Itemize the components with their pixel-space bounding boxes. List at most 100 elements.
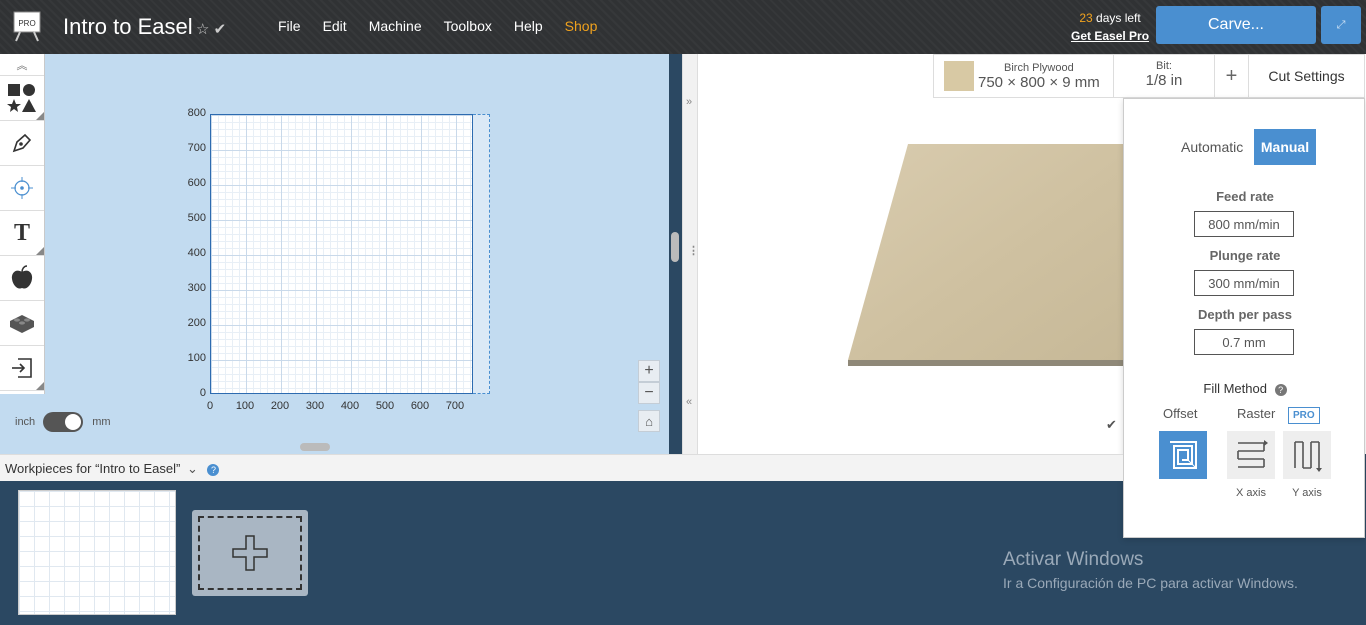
x-tick-label: 100: [235, 400, 255, 412]
collapse-toolbar-button[interactable]: ︽: [0, 54, 44, 76]
cut-settings-button[interactable]: Cut Settings: [1249, 55, 1364, 97]
x-tick-label: 300: [305, 400, 325, 412]
y-tick-label: 800: [187, 107, 206, 119]
crosshair-icon: [11, 177, 33, 199]
watermark-subtitle: Ir a Configuración de PC para activar Wi…: [1003, 575, 1298, 591]
preview-check-icon: ✔: [1106, 417, 1117, 432]
fill-method-label: Fill Method: [1203, 381, 1267, 396]
expand-right-icon[interactable]: »: [686, 96, 692, 108]
x-tick-label: 400: [340, 400, 360, 412]
easel-pro-logo-icon[interactable]: PRO: [12, 10, 42, 42]
windows-activation-watermark: Activar Windows Ir a Configuración de PC…: [1003, 549, 1298, 591]
zoom-home-button[interactable]: ⌂: [638, 410, 660, 432]
add-bit-button[interactable]: +: [1215, 55, 1249, 97]
unit-toggle: inch mm: [15, 412, 111, 432]
shape-toolbar: ︽ T: [0, 54, 45, 394]
offset-fill-button[interactable]: [1159, 431, 1207, 479]
depth-per-pass-input[interactable]: 0.7 mm: [1194, 329, 1294, 355]
y-tick-label: 400: [187, 247, 206, 259]
expand-left-icon[interactable]: «: [686, 396, 692, 408]
workpieces-help-icon[interactable]: ?: [207, 464, 220, 476]
automatic-mode-button[interactable]: Automatic: [1181, 139, 1243, 155]
import-tool[interactable]: [0, 346, 44, 391]
x-tick-label: 0: [206, 400, 214, 412]
panel-divider[interactable]: » ⋮ «: [682, 54, 699, 454]
plus-outline-icon: [232, 535, 268, 571]
title-icons: ☆ ✔: [196, 20, 226, 38]
raster-x-axis-button[interactable]: [1227, 431, 1275, 479]
toggle-knob: [65, 414, 82, 430]
x-tick-label: 200: [270, 400, 290, 412]
star-icon[interactable]: ☆: [196, 21, 209, 38]
workpiece-thumbnail[interactable]: [18, 490, 176, 615]
project-title[interactable]: Intro to Easel: [63, 14, 193, 40]
material-name: Birch Plywood: [1004, 61, 1074, 74]
menu-toolbox[interactable]: Toolbox: [444, 18, 492, 34]
x-tick-label: 700: [445, 400, 465, 412]
fill-raster-label: Raster: [1237, 406, 1276, 421]
fullscreen-button[interactable]: ⤢: [1321, 6, 1361, 44]
pro-badge-text: PRO: [18, 19, 35, 28]
y-tick-label: 500: [187, 212, 206, 224]
menu-machine[interactable]: Machine: [369, 18, 422, 34]
point-tool[interactable]: [0, 166, 44, 211]
material-preview-board: [848, 144, 1148, 366]
horizontal-scrollbar[interactable]: [300, 443, 330, 451]
plus-icon: +: [644, 362, 654, 379]
plus-icon: +: [1225, 64, 1238, 87]
zoom-out-button[interactable]: −: [638, 382, 660, 404]
chevron-down-icon[interactable]: ⌄: [187, 461, 198, 476]
y-tick-label: 700: [187, 142, 206, 154]
raster-y-axis-button[interactable]: [1283, 431, 1331, 479]
unit-switch[interactable]: [43, 412, 84, 432]
workpiece-grid[interactable]: [210, 114, 473, 394]
help-icon[interactable]: ?: [1274, 384, 1287, 396]
material-swatch: [944, 61, 974, 91]
material-selector[interactable]: Birch Plywood 750 × 800 × 9 mm: [934, 55, 1114, 97]
saved-check-icon: ✔: [213, 21, 227, 38]
pen-tool[interactable]: [0, 121, 44, 166]
material-dimensions: 750 × 800 × 9 mm: [978, 73, 1100, 91]
watermark-title: Activar Windows: [1003, 549, 1144, 570]
main-menu: File Edit Machine Toolbox Help Shop: [278, 18, 619, 34]
shapes-tool[interactable]: [0, 76, 44, 121]
raster-pro-badge: PRO: [1288, 407, 1320, 424]
y-tick-label: 200: [187, 317, 206, 329]
add-workpiece-button[interactable]: [192, 510, 308, 596]
get-easel-pro-link[interactable]: Get Easel Pro: [1071, 29, 1149, 43]
plunge-rate-input[interactable]: 300 mm/min: [1194, 270, 1294, 296]
icon-library-tool[interactable]: [0, 256, 44, 301]
menu-shop[interactable]: Shop: [565, 18, 598, 34]
pen-icon: [12, 133, 32, 153]
vertical-scrollbar[interactable]: [671, 232, 679, 262]
carve-button[interactable]: Carve...: [1156, 6, 1316, 44]
import-icon: [12, 358, 32, 378]
unit-inch-label: inch: [15, 416, 36, 428]
plunge-rate-label: Plunge rate: [1209, 248, 1281, 263]
y-tick-label: 100: [187, 352, 206, 364]
menu-file[interactable]: File: [278, 18, 301, 34]
zoom-in-button[interactable]: +: [638, 360, 660, 382]
offset-spiral-icon: [1170, 441, 1197, 469]
menu-help[interactable]: Help: [514, 18, 543, 34]
trial-days-suffix: days left: [1092, 11, 1141, 25]
raster-x-icon: [1237, 440, 1268, 468]
depth-per-pass-label: Depth per pass: [1198, 307, 1292, 322]
shapes-icon: [7, 84, 36, 112]
raster-y-icon: [1294, 441, 1322, 472]
y-tick-label: 300: [187, 282, 206, 294]
apps-tool[interactable]: [0, 301, 44, 346]
menu-edit[interactable]: Edit: [323, 18, 347, 34]
double-chevron-up-icon: ︽: [16, 59, 28, 72]
bit-selector[interactable]: Bit: 1/8 in: [1114, 55, 1215, 97]
trial-days: 23: [1079, 11, 1093, 25]
y-axis-label: Y axis: [1292, 487, 1322, 499]
text-tool[interactable]: T: [0, 211, 44, 256]
top-header: PRO Intro to Easel ☆ ✔ File Edit Machine…: [0, 0, 1366, 54]
expand-arrows-icon: ⤢: [1336, 18, 1346, 31]
manual-mode-button[interactable]: Manual: [1254, 129, 1316, 165]
fill-method-title: Fill Method ?: [1124, 381, 1366, 396]
workpieces-label[interactable]: Workpieces for “Intro to Easel”: [5, 461, 180, 476]
feed-rate-input[interactable]: 800 mm/min: [1194, 211, 1294, 237]
lego-brick-icon: [10, 315, 34, 333]
